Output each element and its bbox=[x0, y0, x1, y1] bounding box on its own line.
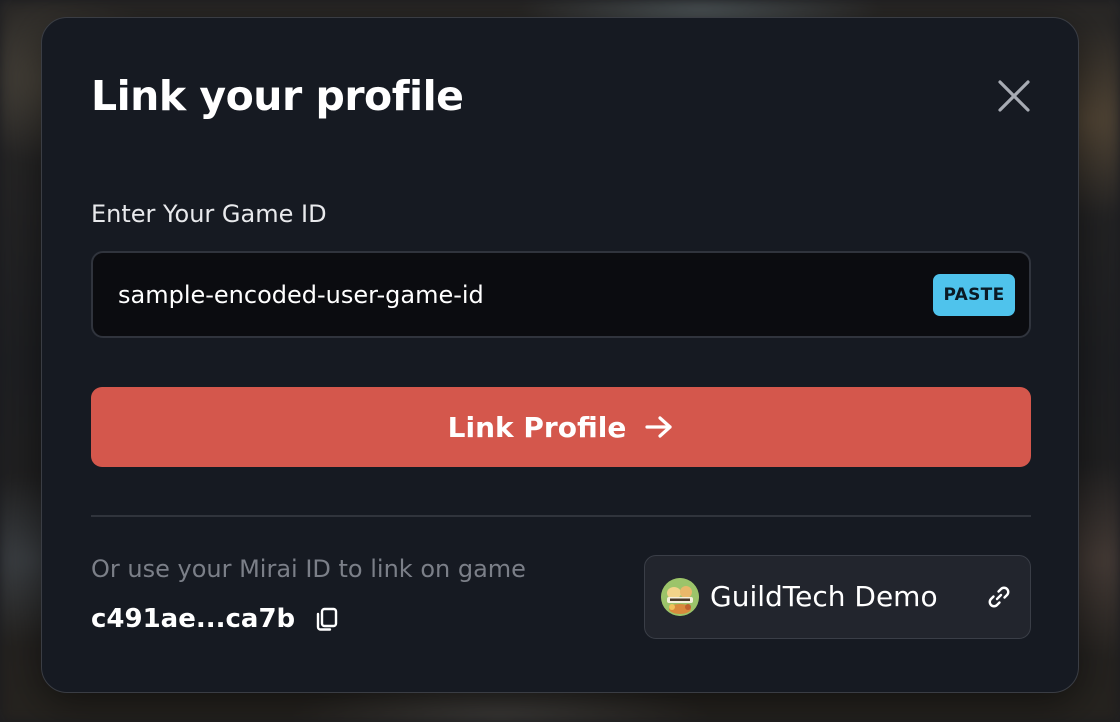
close-icon bbox=[992, 74, 1036, 118]
link-profile-modal: Link your profile Enter Your Game ID PAS… bbox=[41, 17, 1079, 693]
mirai-id-value: c491ae...ca7b bbox=[91, 604, 296, 634]
section-divider bbox=[91, 515, 1031, 517]
link-profile-label: Link Profile bbox=[447, 410, 627, 444]
game-avatar-image bbox=[661, 578, 699, 616]
game-name: GuildTech Demo bbox=[710, 580, 938, 613]
game-id-label: Enter Your Game ID bbox=[91, 200, 327, 228]
game-id-field: PASTE bbox=[91, 251, 1031, 338]
close-button[interactable] bbox=[992, 74, 1036, 118]
game-link-chip[interactable]: GuildTech Demo bbox=[644, 555, 1031, 639]
link-icon bbox=[986, 584, 1012, 610]
mirai-id-row: c491ae...ca7b bbox=[91, 602, 341, 636]
game-id-input[interactable] bbox=[118, 253, 898, 336]
modal-title: Link your profile bbox=[91, 72, 464, 120]
arrow-right-icon bbox=[644, 415, 674, 439]
link-profile-button[interactable]: Link Profile bbox=[91, 387, 1031, 467]
paste-button[interactable]: PASTE bbox=[933, 274, 1015, 316]
copy-icon[interactable] bbox=[313, 605, 341, 633]
mirai-id-hint: Or use your Mirai ID to link on game bbox=[91, 555, 526, 583]
